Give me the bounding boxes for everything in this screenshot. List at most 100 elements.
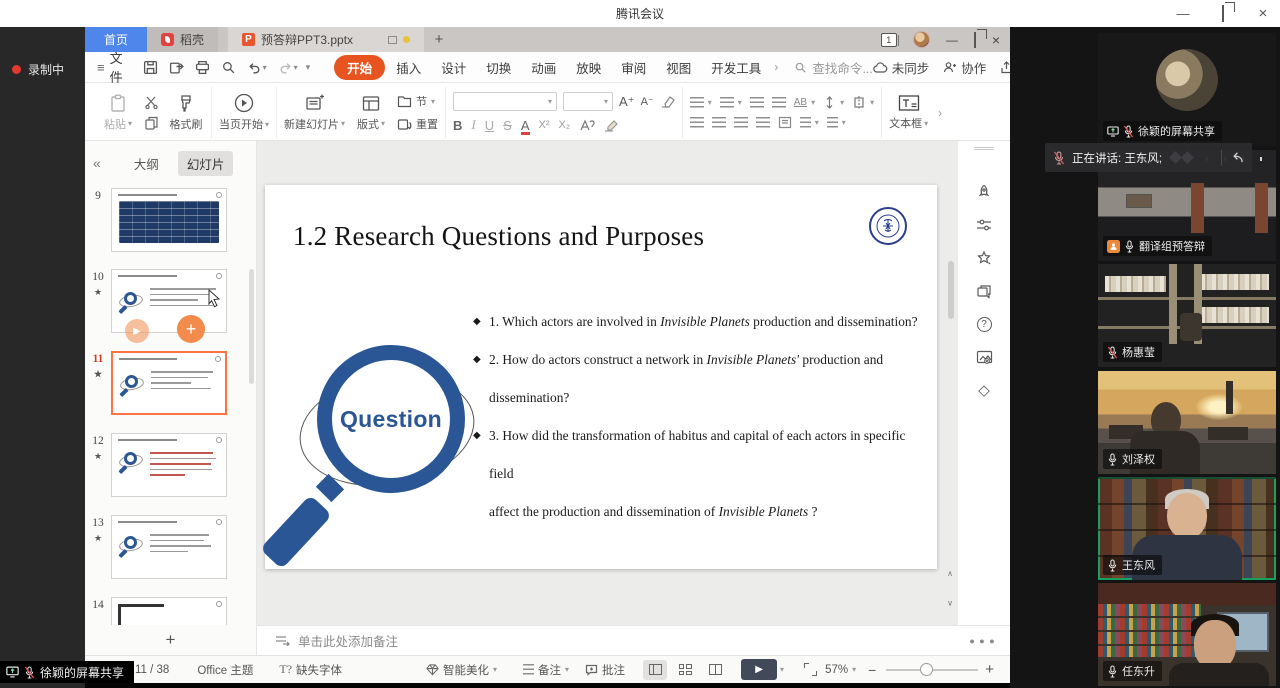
new-slide-button[interactable]: 新建幻灯片▾ (284, 94, 345, 132)
ribbon-tab-design[interactable]: 设计 (432, 55, 475, 80)
smart-indent-button[interactable]: ▾ (827, 117, 846, 128)
align-left-button[interactable] (690, 117, 704, 128)
smart-beautify-button[interactable]: 智能美化 ▾ (426, 662, 497, 678)
slide-bullets[interactable]: ◆1. Which actors are involved in Invisib… (475, 303, 930, 531)
slideshow-play-button[interactable]: ▶ (741, 659, 777, 680)
image-tools-icon[interactable] (973, 346, 995, 368)
redo-icon[interactable] (278, 60, 293, 75)
qat-customize-button[interactable]: ▾ (306, 62, 311, 73)
textbox-button[interactable]: 文本框▾ (889, 94, 928, 131)
add-slide-footer-button[interactable]: + (85, 625, 257, 655)
font-color-button[interactable]: A (521, 118, 530, 133)
layout-button[interactable]: 版式▾ (353, 94, 389, 132)
cut-icon[interactable] (144, 95, 160, 109)
reply-arrow-icon[interactable] (1229, 151, 1244, 164)
distribute-icon[interactable] (778, 116, 792, 129)
question-magnifier-image[interactable]: Question (271, 333, 481, 561)
tab-docer[interactable]: 稻壳 (147, 27, 218, 52)
copy-icon[interactable] (144, 116, 159, 130)
minimize-button[interactable]: — (1174, 0, 1192, 27)
format-painter-button[interactable]: 格式刷 (168, 94, 204, 132)
view-normal-button[interactable] (643, 660, 667, 680)
bullets-button[interactable]: ▾ (690, 97, 712, 108)
clear-format-icon[interactable] (660, 95, 675, 108)
underline-button[interactable]: U (485, 118, 494, 133)
view-reading-button[interactable] (703, 660, 727, 680)
decrease-indent-button[interactable] (750, 97, 764, 108)
scroll-down-icon[interactable]: ∧ (945, 599, 955, 608)
notes-input[interactable]: 单击此处添加备注 (257, 625, 955, 655)
help-icon[interactable]: ? (973, 313, 995, 335)
font-size-combobox[interactable]: ▾ (563, 92, 613, 111)
ribbon-tab-home[interactable]: 开始 (334, 55, 385, 80)
more-tabs-chevron[interactable]: › (772, 60, 780, 74)
tab-outline[interactable]: 大纲 (125, 151, 168, 176)
slideshow-play-dropdown[interactable]: ▾ (780, 665, 784, 674)
undo-icon[interactable] (247, 60, 262, 75)
theme-indicator[interactable]: Office 主题 (197, 662, 253, 678)
ribbon-tab-transition[interactable]: 切换 (477, 55, 520, 80)
beautify-rocket-icon[interactable] (973, 181, 995, 203)
redo-dropdown[interactable]: ▾ (294, 63, 298, 72)
align-center-button[interactable] (712, 117, 726, 128)
command-search[interactable]: 查找命令... (794, 58, 872, 77)
subscript-button[interactable]: X₂ (559, 119, 571, 131)
slide-thumbnail-11-selected[interactable]: 11 ★ (85, 351, 257, 415)
section-button[interactable]: 节▾ (397, 93, 438, 109)
export-icon[interactable] (169, 60, 184, 75)
tab-slides[interactable]: 幻灯片 (178, 151, 234, 176)
video-tile-study-room[interactable]: 杨惠莹 (1098, 264, 1276, 367)
fit-slide-button[interactable] (804, 663, 817, 676)
missing-font-button[interactable]: T? 缺失字体 (279, 662, 342, 678)
justify-button[interactable] (756, 117, 770, 128)
ribbon-tab-devtools[interactable]: 开发工具 (702, 55, 770, 80)
ribbon-tab-view[interactable]: 视图 (657, 55, 700, 80)
ribbon-tab-animation[interactable]: 动画 (522, 55, 565, 80)
scroll-up-icon[interactable]: ∧ (945, 569, 955, 578)
zoom-level[interactable]: 57% ▾ (825, 664, 856, 676)
wps-restore-button[interactable] (974, 33, 976, 47)
video-tile-screen-share[interactable]: 徐颖的屏幕共享 (1098, 33, 1276, 146)
notes-more-button[interactable]: ● ● ● (955, 625, 1010, 655)
numbering-button[interactable]: ▾ (720, 97, 742, 108)
effects-star-icon[interactable] (973, 247, 995, 269)
ribbon-tab-slideshow[interactable]: 放映 (567, 55, 610, 80)
slide-title[interactable]: 1.2 Research Questions and Purposes (293, 221, 704, 252)
account-avatar[interactable] (913, 31, 930, 48)
print-icon[interactable] (195, 60, 210, 75)
slide-thumbnail-12[interactable]: 12 ★ (85, 433, 257, 497)
align-objects-button[interactable]: ▾ (852, 96, 874, 109)
slide-thumbnail-14[interactable]: 14 (85, 597, 257, 625)
play-from-current-button[interactable]: 当页开始▾ (219, 93, 269, 132)
strikethrough-button[interactable]: S (503, 118, 512, 133)
restore-button[interactable] (1214, 0, 1232, 27)
video-tile-ren[interactable]: 任东升 (1098, 583, 1276, 686)
notes-toggle-button[interactable]: 备注 ▾ (523, 662, 569, 678)
sync-status-button[interactable]: 未同步 (873, 58, 930, 77)
slide-thumbnail-9[interactable]: 9 (85, 188, 257, 252)
collapse-panel-button[interactable]: « (93, 155, 101, 171)
decrease-font-button[interactable]: A⁻ (641, 95, 654, 108)
line-spacing-button[interactable]: ▾ (800, 117, 819, 128)
close-button[interactable]: × (1254, 0, 1272, 27)
slide-thumbnail-10[interactable]: 10 ★ (85, 269, 257, 333)
ribbon-tab-insert[interactable]: 插入 (387, 55, 430, 80)
ribbon-tab-review[interactable]: 审阅 (612, 55, 655, 80)
panel-scrollbar[interactable] (249, 269, 254, 384)
wps-minimize-button[interactable]: — (946, 33, 958, 47)
file-menu-button[interactable]: ≡ 文件 (85, 48, 133, 86)
increase-font-button[interactable]: A⁺ (619, 94, 635, 110)
video-tile-liu[interactable]: 刘泽权 (1098, 371, 1276, 474)
zoom-out-button[interactable]: − (868, 662, 876, 678)
save-icon[interactable] (143, 60, 158, 75)
italic-button[interactable]: I (471, 117, 475, 133)
increase-indent-button[interactable] (772, 97, 786, 108)
zoom-in-button[interactable]: + (985, 661, 994, 678)
zoom-slider[interactable] (886, 669, 978, 671)
sort-text-button[interactable]: ▾ (823, 96, 844, 109)
text-direction-button[interactable]: AB▾ (794, 97, 815, 108)
shape-diamond-icon[interactable]: ◇ (973, 379, 995, 401)
highlight-icon[interactable] (604, 119, 620, 132)
play-from-slide-button[interactable]: ▶ (125, 319, 149, 343)
reset-button[interactable]: 重置 (397, 116, 438, 132)
